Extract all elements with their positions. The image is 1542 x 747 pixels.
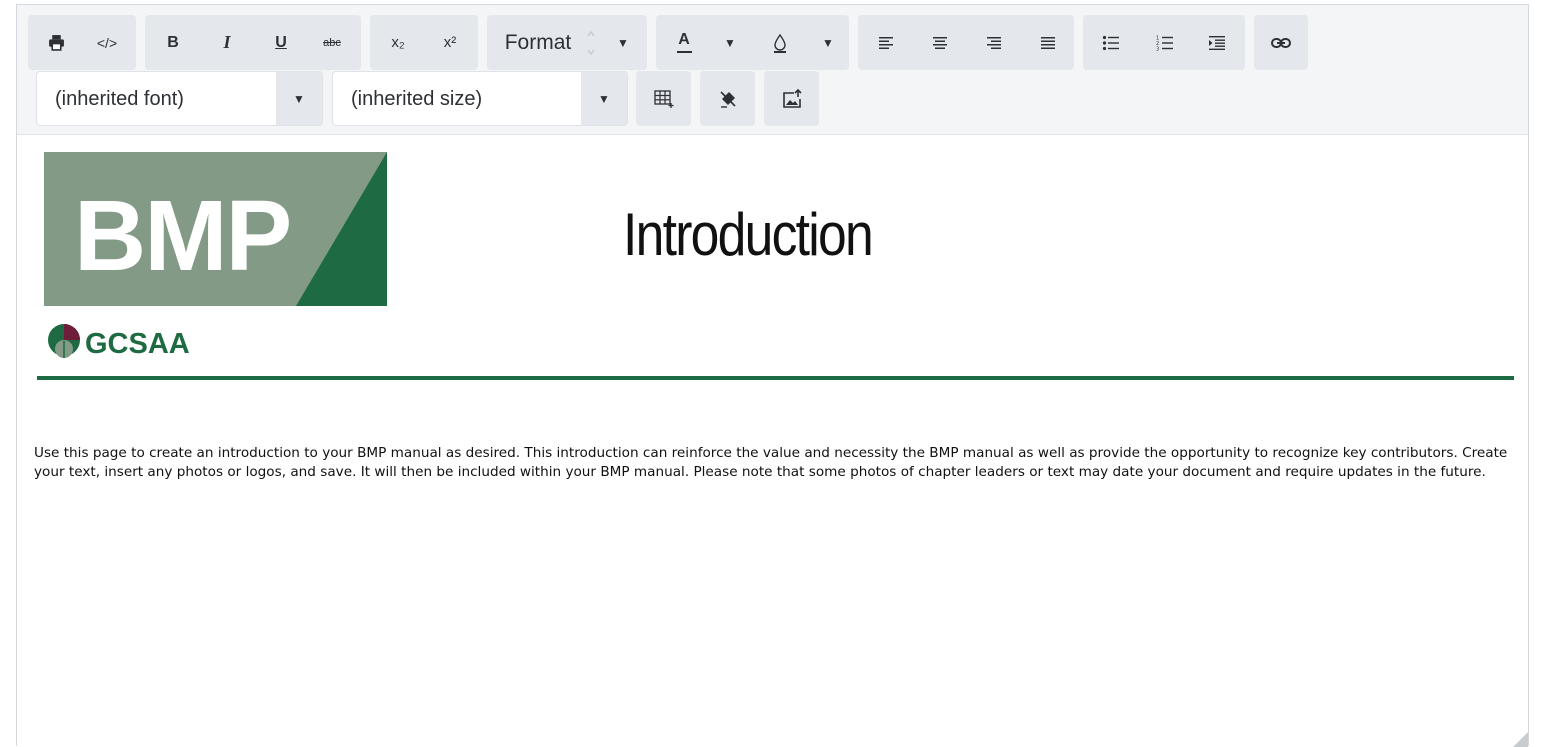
insert-image-icon-wrap <box>764 71 819 126</box>
chevron-down-icon: ▼ <box>276 72 322 125</box>
print-icon <box>48 35 64 51</box>
clean-formatting-icon-wrap <box>700 71 755 126</box>
chevron-down-icon: ▼ <box>724 35 736 50</box>
bold-button[interactable]: B <box>155 15 191 70</box>
toolbar-group-lists: 1 2 3 <box>1083 15 1245 70</box>
strikethrough-button[interactable]: abc <box>312 15 352 70</box>
toolbar-group-script: x₂ x² <box>370 15 478 70</box>
create-table-icon <box>653 89 673 108</box>
font-color-button[interactable]: A <box>666 15 702 70</box>
align-right-icon <box>987 36 1001 49</box>
indent-button[interactable] <box>1199 15 1235 70</box>
font-family-value: (inherited font) <box>55 88 184 110</box>
superscript-icon: x² <box>443 34 457 51</box>
background-color-dropdown[interactable]: ▼ <box>816 15 840 70</box>
header-divider <box>37 376 1514 380</box>
toolbar-group-view: </> <box>28 15 136 70</box>
format-label: Format <box>504 30 572 54</box>
format-dropdown[interactable]: Format ▼ <box>487 15 647 70</box>
subscript-icon: x₂ <box>391 34 405 51</box>
align-left-icon <box>879 36 893 49</box>
insert-image-icon <box>782 88 802 108</box>
view-html-icon: </> <box>96 34 118 51</box>
insert-image-button[interactable] <box>764 71 819 126</box>
bulleted-list-button[interactable] <box>1093 15 1129 70</box>
clean-formatting-button[interactable] <box>700 71 755 126</box>
numbered-list-icon: 1 2 3 <box>1156 35 1173 51</box>
rich-text-editor: </> B I U abc x₂ x² Format ▼ A ▼ ▼ 1 2 3… <box>16 4 1529 747</box>
align-left-button[interactable] <box>868 15 904 70</box>
italic-icon: I <box>223 32 231 52</box>
indent-icon <box>1209 35 1225 50</box>
format-spinner-icon <box>583 15 599 70</box>
superscript-button[interactable]: x² <box>432 15 468 70</box>
introduction-paragraph: Use this page to create an introduction … <box>34 445 1508 480</box>
page-title: Introduction <box>623 201 874 268</box>
bulleted-list-icon <box>1102 35 1119 50</box>
print-button[interactable] <box>38 15 74 70</box>
toolbar-group-alignment <box>858 15 1074 70</box>
bold-icon: B <box>167 33 179 51</box>
editor-toolbar: </> B I U abc x₂ x² Format ▼ A ▼ ▼ 1 2 3… <box>17 5 1528 135</box>
toolbar-group-text-style: B I U abc <box>145 15 361 70</box>
font-color-icon: A <box>676 32 692 53</box>
font-color-dropdown[interactable]: ▼ <box>718 15 742 70</box>
font-size-select[interactable]: (inherited size) ▼ <box>332 71 628 126</box>
insert-link-button[interactable] <box>1263 15 1299 70</box>
underline-icon: U <box>275 33 287 51</box>
chevron-down-icon: ▼ <box>822 35 834 50</box>
svg-text:BMP: BMP <box>74 180 290 292</box>
toolbar-group-link <box>1254 15 1308 70</box>
subscript-button[interactable]: x₂ <box>380 15 416 70</box>
chevron-down-icon: ▼ <box>617 35 629 50</box>
bmp-gcsaa-logo: BMP GCSAA <box>44 152 387 367</box>
font-family-select[interactable]: (inherited font) ▼ <box>36 71 323 126</box>
toolbar-group-colors: A ▼ ▼ <box>656 15 849 70</box>
align-right-button[interactable] <box>976 15 1012 70</box>
background-color-icon <box>774 33 786 53</box>
insert-link-icon <box>1271 37 1291 48</box>
svg-text:3: 3 <box>1156 46 1159 51</box>
resize-grip-icon[interactable] <box>1513 732 1528 747</box>
align-center-button[interactable] <box>922 15 958 70</box>
create-table-icon-wrap <box>636 71 691 126</box>
numbered-list-button[interactable]: 1 2 3 <box>1147 15 1183 70</box>
clean-formatting-icon <box>719 90 736 108</box>
svg-text:GCSAA: GCSAA <box>85 328 190 360</box>
editor-content-area[interactable]: BMP GCSAA Introduction Use this page to … <box>17 136 1528 747</box>
underline-button[interactable]: U <box>263 15 299 70</box>
justify-icon <box>1041 36 1055 49</box>
align-center-icon <box>933 36 947 49</box>
create-table-button[interactable] <box>636 71 691 126</box>
justify-button[interactable] <box>1030 15 1066 70</box>
font-size-value: (inherited size) <box>351 88 483 110</box>
background-color-button[interactable] <box>762 15 798 70</box>
strikethrough-icon: abc <box>323 36 341 49</box>
chevron-down-icon: ▼ <box>581 72 627 125</box>
view-html-button[interactable]: </> <box>84 15 130 70</box>
italic-button[interactable]: I <box>209 15 245 70</box>
